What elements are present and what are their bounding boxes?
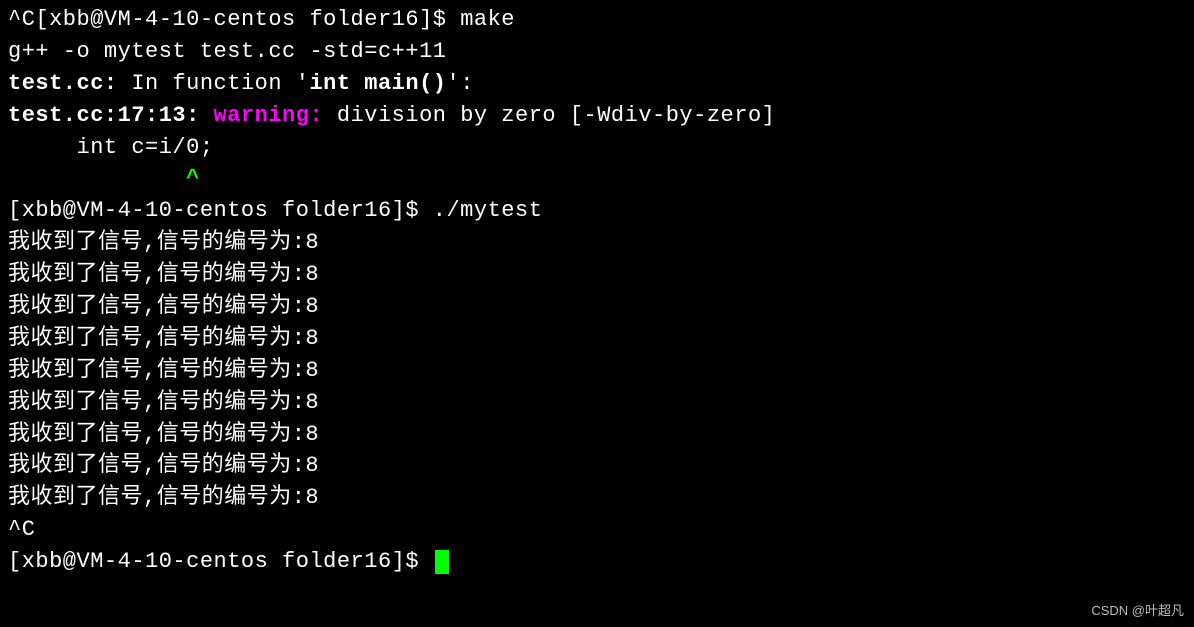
terminal-line-7: [xbb@VM-4-10-centos folder16]$ ./mytest xyxy=(8,195,1186,227)
output-line-7: 我收到了信号,信号的编号为:8 xyxy=(8,419,1186,451)
file-loc: test.cc: xyxy=(8,71,118,96)
caret-indent xyxy=(8,166,186,191)
terminal-line-1: ^C[xbb@VM-4-10-centos folder16]$ make xyxy=(8,4,1186,36)
msg-end: ': xyxy=(447,71,474,96)
terminal-line-2: g++ -o mytest test.cc -std=c++11 xyxy=(8,36,1186,68)
output-line-8: 我收到了信号,信号的编号为:8 xyxy=(8,450,1186,482)
output-line-2: 我收到了信号,信号的编号为:8 xyxy=(8,259,1186,291)
prompt-text: [xbb@VM-4-10-centos folder16]$ xyxy=(8,198,433,223)
terminal-line-4: test.cc:17:13: warning: division by zero… xyxy=(8,100,1186,132)
output-line-4: 我收到了信号,信号的编号为:8 xyxy=(8,323,1186,355)
final-prompt-line[interactable]: [xbb@VM-4-10-centos folder16]$ xyxy=(8,546,1186,578)
output-line-5: 我收到了信号,信号的编号为:8 xyxy=(8,355,1186,387)
command-text: make xyxy=(460,7,515,32)
terminal-line-6: ^ xyxy=(8,163,1186,195)
prompt-text: [xbb@VM-4-10-centos folder16]$ xyxy=(8,549,433,574)
caret-marker: ^ xyxy=(186,166,200,191)
output-line-9: 我收到了信号,信号的编号为:8 xyxy=(8,482,1186,514)
interrupt-line: ^C xyxy=(8,514,1186,546)
cursor-block xyxy=(435,550,449,574)
prompt-text: [xbb@VM-4-10-centos folder16]$ xyxy=(35,7,460,32)
msg-mid: In function ' xyxy=(118,71,310,96)
terminal-line-5: int c=i/0; xyxy=(8,132,1186,164)
command-text: ./mytest xyxy=(433,198,543,223)
output-line-3: 我收到了信号,信号的编号为:8 xyxy=(8,291,1186,323)
function-name: int main() xyxy=(309,71,446,96)
interrupt-text: ^C xyxy=(8,7,35,32)
output-line-1: 我收到了信号,信号的编号为:8 xyxy=(8,227,1186,259)
file-loc-line: test.cc:17:13: xyxy=(8,103,214,128)
watermark-text: CSDN @叶超凡 xyxy=(1091,602,1184,621)
warning-msg: division by zero [-Wdiv-by-zero] xyxy=(337,103,775,128)
terminal-line-3: test.cc: In function 'int main()': xyxy=(8,68,1186,100)
output-line-6: 我收到了信号,信号的编号为:8 xyxy=(8,387,1186,419)
warning-label: warning: xyxy=(214,103,337,128)
